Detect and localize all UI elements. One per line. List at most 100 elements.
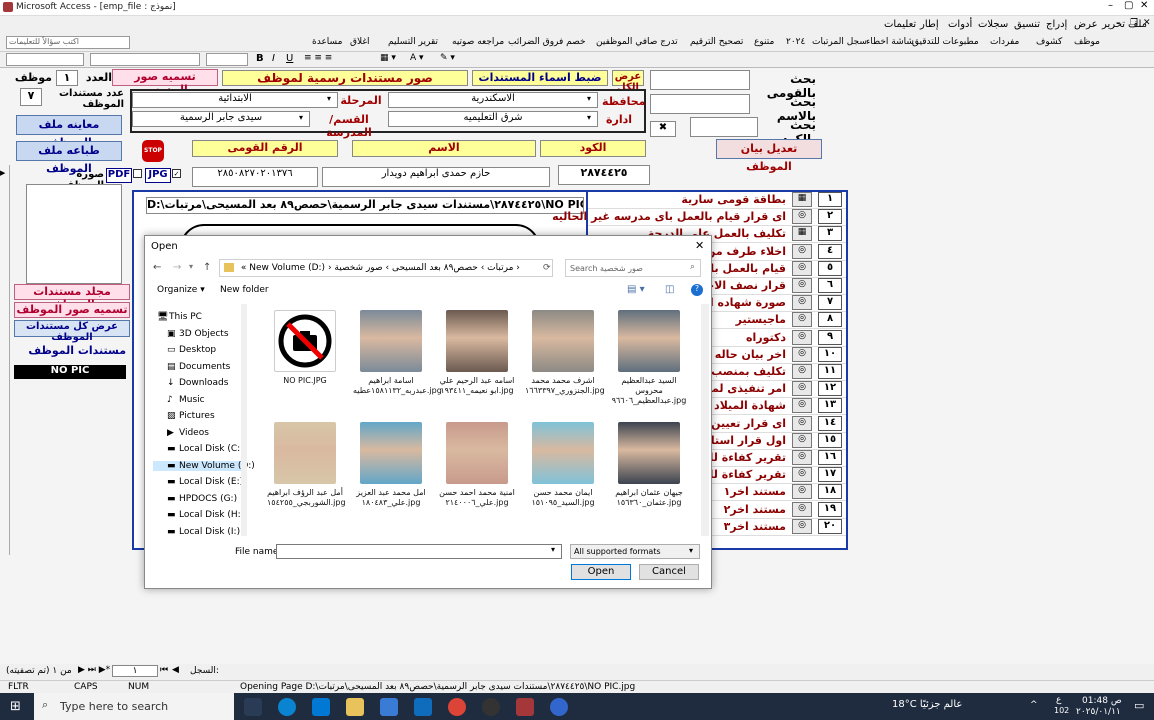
menu-help[interactable]: تعليمات — [884, 19, 916, 30]
task-view-icon[interactable] — [244, 698, 262, 716]
nav-item[interactable]: ▬ Local Disk (I:) — [167, 527, 240, 537]
preview-file-button[interactable]: معاينه ملف الموظف — [16, 115, 122, 149]
file-item[interactable]: السيد عبدالعظيم محروس عبدالعظيم_٩٦٦٠٦.jp… — [611, 310, 687, 428]
view-options-icon[interactable]: ▤ ▾ — [627, 284, 645, 295]
edge-legacy-icon[interactable] — [312, 698, 330, 716]
document-row[interactable]: ١ ▦ بطاقة قومى سارية — [588, 192, 846, 209]
print-file-button[interactable]: طباعه ملف الموظف — [16, 141, 122, 175]
next-record-icon[interactable]: ▶ ⏭ ▶* — [78, 665, 110, 675]
files-scrollbar[interactable] — [701, 304, 709, 536]
stop-button[interactable]: STOP — [142, 140, 164, 162]
nav-item[interactable]: ▬ New Volume (D:) — [153, 460, 255, 471]
file-item[interactable]: امل محمد عبد العزيز علي_١٨٠٤٨٣.jpg — [353, 422, 429, 538]
nav-item[interactable]: ♪ Music — [167, 395, 205, 405]
nav-item[interactable]: ▬ Local Disk (C:) — [167, 444, 244, 454]
search-national-input[interactable] — [650, 70, 750, 90]
menu-view[interactable]: عرض — [1074, 19, 1098, 30]
file-item[interactable]: جيهان عثمان ابراهيم عثمان_١٥٦٣٦٠.jpg — [611, 422, 687, 538]
governorate-select[interactable]: الاسكندرية ▾ — [388, 92, 598, 108]
toolbar-net-staff[interactable]: تدرج صافي الموظفين — [596, 37, 678, 47]
underline-icon[interactable]: U — [286, 53, 293, 64]
camera-icon[interactable]: ◎ — [792, 278, 812, 293]
name-value[interactable]: حازم حمدى ابراهيم دويدار — [322, 167, 550, 187]
camera-icon[interactable]: ◎ — [792, 329, 812, 345]
show-all-docs-button[interactable]: عرض كل مستندات الموظف — [14, 320, 130, 343]
open-button[interactable]: Open — [571, 564, 631, 580]
taskbar-search[interactable]: ⌕ Type here to search — [34, 693, 234, 720]
toolbar-help[interactable]: مساعدة — [312, 37, 342, 47]
employee-folder-button[interactable]: مجلد مستندات الموظف — [14, 284, 130, 311]
toolbar-error-screen[interactable]: شاشة اخطاء — [866, 37, 914, 47]
toolbar-tax-diff[interactable]: خصم فروق الضرائب — [508, 37, 586, 47]
toolbar-misc[interactable]: متنوع — [754, 37, 774, 47]
notifications-icon[interactable]: ▭ — [1134, 699, 1144, 712]
clock-time[interactable]: 01:48 ص — [1082, 696, 1122, 706]
toolbar-audit-prints[interactable]: مطبوعات للتدقيق — [912, 37, 979, 47]
camera-icon[interactable]: ◎ — [792, 484, 812, 500]
refresh-icon[interactable]: ⟳ — [543, 263, 551, 273]
new-folder-button[interactable]: New folder — [220, 285, 269, 295]
fill-color-icon[interactable]: ▦ ▾ — [380, 53, 396, 63]
camera-icon[interactable]: ◎ — [792, 432, 812, 448]
nav-item[interactable]: ▬ Local Disk (H:) — [167, 510, 244, 520]
bold-icon[interactable]: B — [256, 53, 264, 64]
edit-employee-button[interactable]: تعديل بيان الموظف — [716, 139, 822, 173]
toolbar-employee[interactable]: موظف — [1074, 37, 1100, 47]
camera-icon[interactable]: ◎ — [792, 398, 812, 414]
nav-item[interactable]: ▶ Videos — [167, 428, 209, 438]
file-item[interactable]: أمل عبد الرؤف ابراهيم الشوربجي_١٥٤٢٥٥.jp… — [267, 422, 346, 538]
nav-item[interactable]: ▬ HPDOCS (G:) — [167, 494, 237, 504]
toolbar-items[interactable]: مفردات — [990, 37, 1019, 47]
clock-date[interactable]: ٢٠٢٥/٠١/١١ — [1076, 707, 1121, 717]
nav-item[interactable]: ↓ Downloads — [167, 378, 228, 388]
crumb-photos[interactable]: صور شخصية — [334, 263, 382, 273]
camera-icon[interactable]: ◎ — [792, 295, 812, 311]
camera-icon[interactable]: ◎ — [792, 501, 812, 517]
help-icon[interactable]: ? — [691, 284, 703, 296]
doc-close-icon[interactable]: ✕ — [1143, 18, 1151, 28]
preview-pane-icon[interactable]: ◫ — [665, 284, 674, 295]
camera-icon[interactable]: ◎ — [792, 243, 812, 259]
help-question-input[interactable]: اكتب سؤالاً للتعليمات — [6, 36, 130, 49]
font-combo[interactable] — [90, 53, 200, 66]
back-arrow-icon[interactable]: ← — [153, 262, 161, 273]
file-item[interactable]: امنية محمد احمد حسن علي_٢١٤٠٠٠٦.jpg — [439, 422, 515, 538]
cancel-button[interactable]: Cancel — [639, 564, 699, 580]
crumb-classes[interactable]: حصص٨٩ بعد المسيحى — [392, 263, 478, 273]
windows-start-icon[interactable]: ⊞ — [10, 699, 21, 714]
nav-item[interactable]: ▤ Documents — [167, 362, 230, 372]
chatgpt-icon[interactable] — [482, 698, 500, 716]
document-row[interactable]: ٢ ◎ اى قرار قيام بالعمل باى مدرسه غير الحا… — [552, 209, 846, 227]
maximize-icon[interactable]: ▢ — [1124, 0, 1133, 11]
toolbar-lists[interactable]: كشوف — [1036, 37, 1062, 47]
file-explorer-icon[interactable] — [346, 698, 364, 716]
access-taskbar-icon[interactable] — [516, 698, 534, 716]
jpg-toggle[interactable]: JPG — [145, 168, 171, 183]
nav-item[interactable]: ▧ Pictures — [167, 411, 215, 421]
italic-icon[interactable]: I — [272, 53, 275, 64]
nav-item[interactable]: 🖥This PC — [157, 312, 202, 322]
camera-icon[interactable]: ◎ — [792, 381, 812, 397]
camera-icon[interactable]: ◎ — [792, 450, 812, 465]
up-arrow-icon[interactable]: ↑ — [203, 262, 211, 273]
doc-restore-icon[interactable]: ❐ — [1130, 18, 1138, 28]
store-icon[interactable] — [380, 698, 398, 716]
search-name-input[interactable] — [650, 94, 750, 114]
menu-insert[interactable]: إدراج — [1046, 19, 1067, 30]
camera-icon[interactable]: ◎ — [792, 260, 812, 276]
camera-icon[interactable]: ◎ — [792, 364, 812, 379]
crumb-d-drive[interactable]: New Volume (D:) — [249, 263, 325, 273]
camera-icon[interactable]: ◎ — [792, 415, 812, 431]
font-color-icon[interactable]: A ▾ — [410, 53, 424, 63]
close-icon[interactable]: ✕ — [1140, 0, 1148, 11]
adjust-doc-names-button[interactable]: ضبط اسماء المستندات — [472, 70, 608, 86]
record-selector[interactable]: ▶ — [0, 165, 10, 555]
first-record-icon[interactable]: ⏮ — [160, 665, 168, 675]
toolbar-close[interactable]: اغلاق — [350, 37, 370, 47]
tray-chevron-icon[interactable]: ^ — [1030, 700, 1038, 710]
clear-x-icon[interactable]: ✖ — [650, 121, 676, 137]
file-item[interactable]: اشرف محمد محمد الجنزوري_١٦٦٣٣٩٧.jpg — [525, 310, 605, 428]
align-icon[interactable]: ≡ ≡ ≡ — [304, 53, 332, 63]
camera-icon[interactable]: ◎ — [792, 346, 812, 362]
toolbar-salary-log[interactable]: سجل المرتبات — [812, 37, 867, 47]
